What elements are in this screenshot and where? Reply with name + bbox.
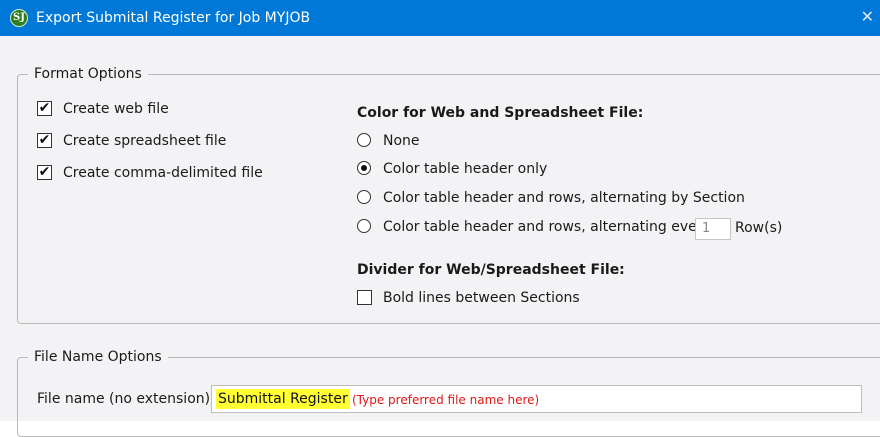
- checkbox-label: Bold lines between Sections: [383, 290, 580, 306]
- checkbox-box[interactable]: ✔: [37, 164, 52, 180]
- title-bar: SJ Export Submital Register for Job MYJO…: [0, 0, 880, 36]
- file-name-value: Submittal Register: [216, 389, 350, 409]
- checkbox-box[interactable]: [357, 290, 372, 305]
- radio-circle[interactable]: [357, 219, 371, 233]
- radio-circle[interactable]: [357, 161, 371, 175]
- row-suffix-label: Row(s): [735, 220, 783, 236]
- checkmark-icon: ✔: [38, 164, 51, 180]
- checkbox-box[interactable]: ✔: [37, 132, 52, 148]
- checkmark-icon: ✔: [38, 132, 51, 148]
- file-name-label: File name (no extension):: [37, 391, 215, 407]
- radio-circle[interactable]: [357, 190, 371, 204]
- radio-selected-dot: [361, 165, 367, 171]
- checkbox-label: Create comma-delimited file: [63, 165, 263, 181]
- file-name-options-legend: File Name Options: [28, 347, 168, 367]
- file-name-input[interactable]: Submittal Register (Type preferred file …: [211, 385, 862, 413]
- divider-heading: Divider for Web/Spreadsheet File:: [357, 262, 625, 278]
- checkbox-label: Create web file: [63, 101, 169, 117]
- row-interval-input[interactable]: 1: [695, 218, 731, 240]
- radio-circle[interactable]: [357, 133, 371, 147]
- format-options-legend: Format Options: [28, 64, 148, 84]
- radio-label: None: [383, 133, 420, 149]
- checkbox-label: Create spreadsheet file: [63, 133, 227, 149]
- checkbox-box[interactable]: ✔: [37, 100, 52, 116]
- radio-label: Color table header and rows, alternating…: [383, 219, 711, 235]
- window-title: Export Submital Register for Job MYJOB: [36, 10, 311, 26]
- checkmark-icon: ✔: [38, 100, 51, 116]
- radio-label: Color table header only: [383, 161, 548, 177]
- file-name-hint: (Type preferred file name here): [352, 393, 540, 407]
- app-logo-icon: SJ: [10, 9, 28, 27]
- radio-label: Color table header and rows, alternating…: [383, 190, 745, 206]
- close-icon[interactable]: ✕: [861, 8, 874, 26]
- color-options-heading: Color for Web and Spreadsheet File:: [357, 105, 644, 121]
